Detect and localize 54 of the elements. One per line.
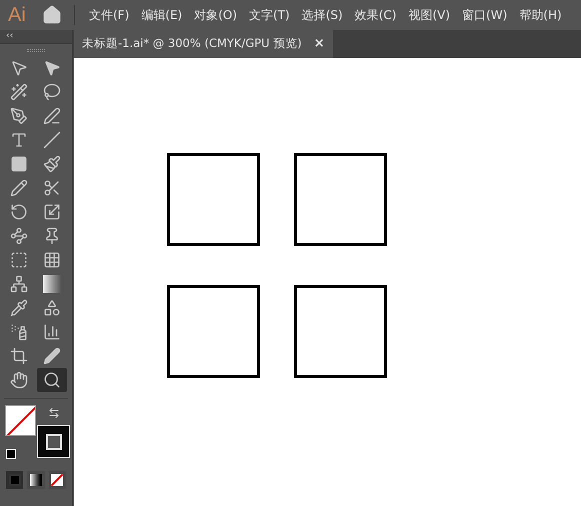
stroke-swatch[interactable] xyxy=(37,425,70,458)
menu-item[interactable]: 编辑(E) xyxy=(135,6,188,24)
menu-item[interactable]: 文件(F) xyxy=(83,6,136,24)
bar-chart-icon xyxy=(43,323,61,341)
pen-icon xyxy=(10,107,28,125)
close-button[interactable]: × xyxy=(314,34,325,54)
solid-color-icon xyxy=(8,474,21,486)
search-icon xyxy=(43,371,61,389)
menu-item[interactable]: 帮助(H) xyxy=(513,6,568,24)
type-icon xyxy=(10,131,28,149)
scissors-icon xyxy=(43,179,61,197)
rotate-icon xyxy=(10,203,28,221)
blend-icon xyxy=(43,299,61,317)
panel-grip[interactable] xyxy=(27,48,45,52)
tab-title: 未标题-1.ai* @ 300% (CMYK/GPU 预览) xyxy=(82,35,302,52)
color-mode-button[interactable] xyxy=(27,471,45,489)
perspective-grid-icon xyxy=(43,251,61,269)
paintbrush-icon xyxy=(43,155,61,173)
menu-item[interactable]: 文字(T) xyxy=(243,6,296,24)
pin-icon xyxy=(43,227,61,245)
pencil-icon xyxy=(10,179,28,197)
app-logo: Ai xyxy=(8,3,27,28)
crop-icon xyxy=(10,347,28,365)
default-colors-icon[interactable] xyxy=(6,449,16,459)
document-tab[interactable]: 未标题-1.ai* @ 300% (CMYK/GPU 预览) × xyxy=(74,30,333,58)
mesh-icon xyxy=(10,275,28,293)
menu-item[interactable]: 对象(O) xyxy=(188,6,244,24)
filled-arrow-icon xyxy=(43,59,61,77)
none-icon xyxy=(51,474,64,486)
spray-can-icon xyxy=(10,323,28,341)
color-mode-button[interactable] xyxy=(48,471,66,489)
home-icon[interactable] xyxy=(42,5,62,25)
magic-wand-icon xyxy=(10,83,28,101)
curved-pen-icon xyxy=(43,107,61,125)
menu-item[interactable]: 窗口(W) xyxy=(456,6,514,24)
swap-icon[interactable] xyxy=(48,407,60,419)
search-tool[interactable] xyxy=(37,368,67,392)
gradient-icon xyxy=(43,275,61,293)
line-icon xyxy=(43,131,61,149)
collapse-button[interactable]: ‹‹ xyxy=(6,32,14,41)
fill-swatch[interactable] xyxy=(5,405,36,436)
menu-item[interactable]: 效果(C) xyxy=(348,6,402,24)
hand-icon xyxy=(10,371,28,389)
menu-item[interactable]: 选择(S) xyxy=(296,6,349,24)
transform-icon xyxy=(10,251,28,269)
arrow-icon xyxy=(10,59,28,77)
eyedropper-icon xyxy=(10,299,28,317)
gradient-icon xyxy=(30,474,42,486)
lasso-icon xyxy=(43,83,61,101)
rectangle-icon xyxy=(10,155,28,173)
warp-icon xyxy=(10,227,28,245)
scale-icon xyxy=(43,203,61,221)
menu-item[interactable]: 视图(V) xyxy=(402,6,456,24)
color-mode-button[interactable] xyxy=(6,471,24,489)
